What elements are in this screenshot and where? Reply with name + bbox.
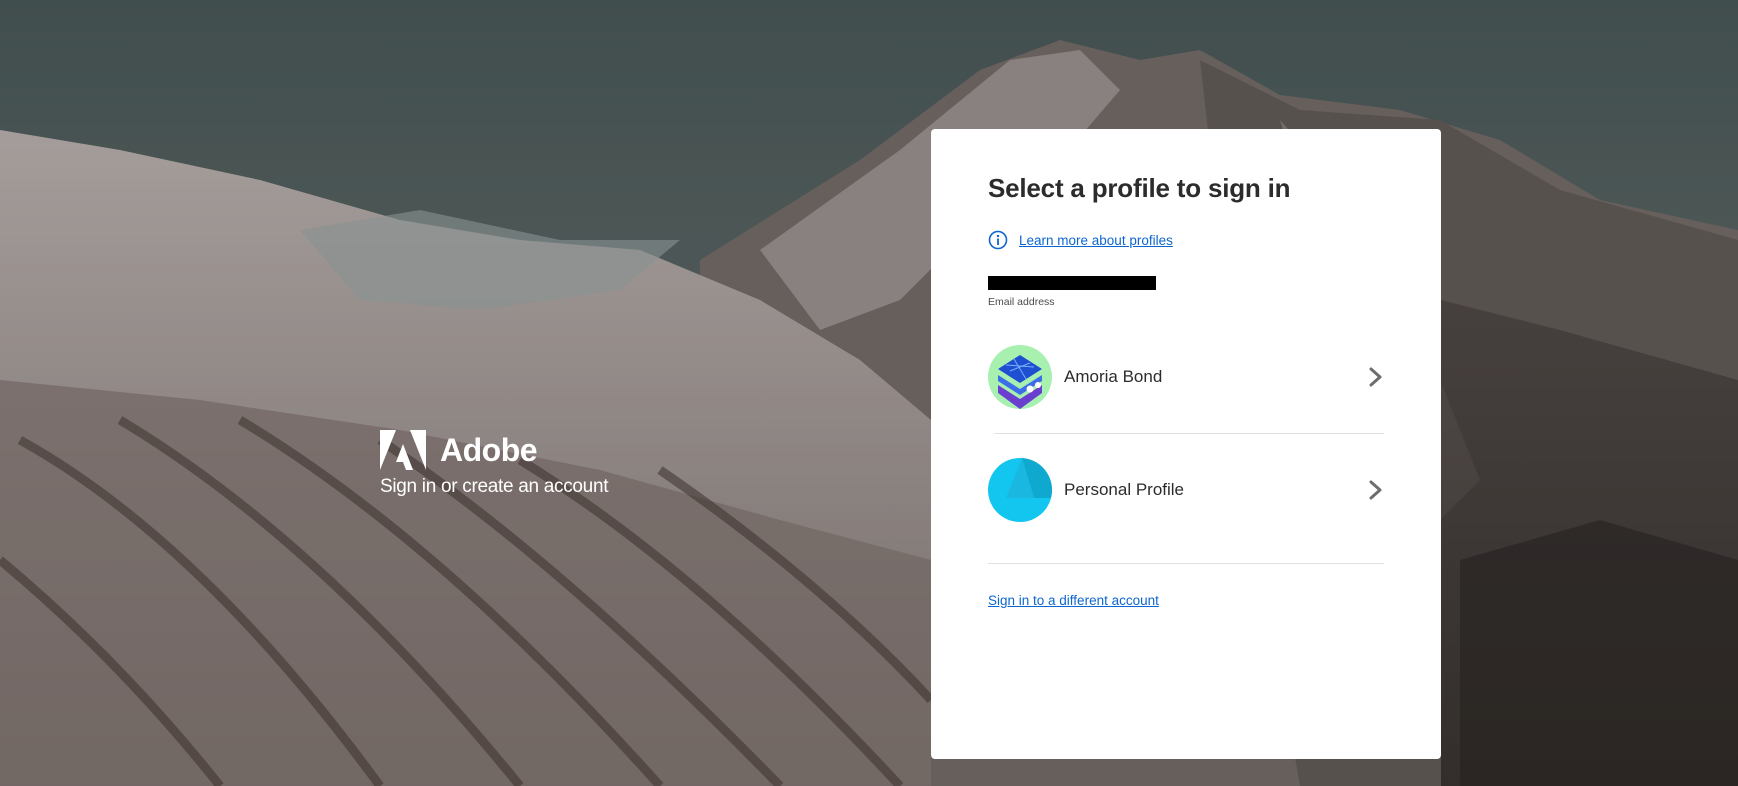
sign-in-different-account-link[interactable]: Sign in to a different account [988, 593, 1159, 608]
learn-more-row: Learn more about profiles [988, 230, 1384, 250]
brand-name: Adobe [440, 431, 538, 468]
info-icon [988, 230, 1008, 250]
profile-name: Personal Profile [1064, 480, 1185, 499]
mountain-landscape-image [0, 0, 1738, 786]
profile-list: Amoria Bond Personal Profile [988, 344, 1384, 523]
brand-block: Adobe Sign in or create an account [380, 430, 609, 498]
email-value-redacted [988, 276, 1156, 290]
profile-name: Amoria Bond [1064, 367, 1163, 386]
profile-item-personal-profile[interactable]: Personal Profile [988, 457, 1384, 523]
avatar-image [988, 458, 1052, 522]
brand-tagline: Sign in or create an account [380, 476, 609, 497]
background-landscape [0, 0, 1738, 786]
section-divider [988, 563, 1384, 564]
learn-more-link[interactable]: Learn more about profiles [1019, 233, 1173, 248]
chevron-right-icon [1369, 367, 1382, 387]
avatar [988, 458, 1052, 522]
email-label: Email address [988, 296, 1055, 308]
chevron-right-icon [1369, 480, 1382, 500]
page-title: Select a profile to sign in [988, 173, 1291, 203]
sign-in-card: Select a profile to sign in Learn more a… [931, 129, 1441, 759]
profile-divider [994, 433, 1384, 434]
profile-item-amoria-bond[interactable]: Amoria Bond [988, 344, 1384, 410]
avatar [988, 345, 1052, 409]
adobe-logo-icon [380, 430, 426, 470]
avatar-image [988, 345, 1052, 409]
